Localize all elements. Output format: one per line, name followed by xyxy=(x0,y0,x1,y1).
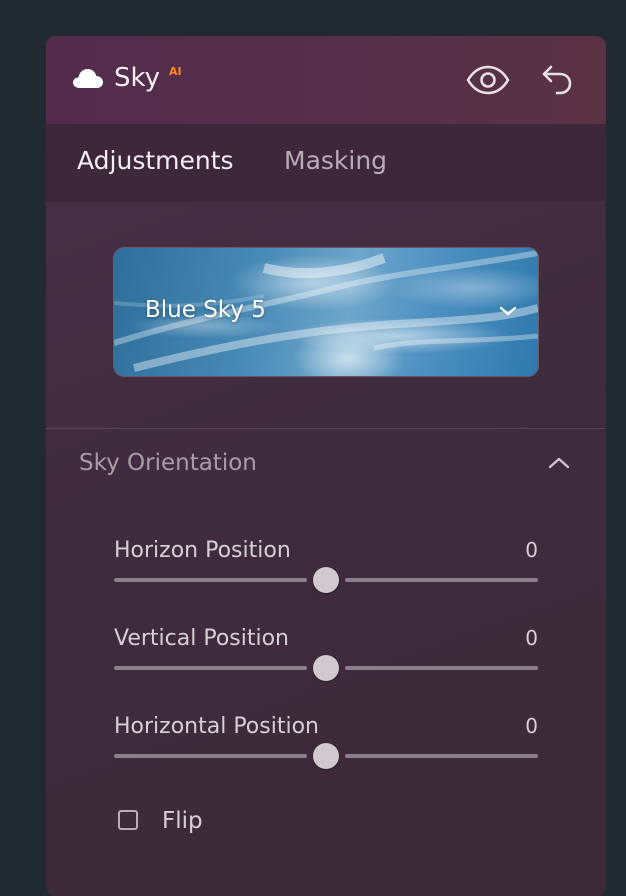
slider-track-right xyxy=(345,666,538,670)
slider-track[interactable] xyxy=(114,655,538,681)
tab-masking[interactable]: Masking xyxy=(284,144,387,178)
tab-bar: Adjustments Masking xyxy=(46,124,606,203)
sky-preset-dropdown[interactable]: Blue Sky 5 xyxy=(114,248,538,376)
tab-adjustments[interactable]: Adjustments xyxy=(77,144,234,178)
chevron-up-icon[interactable] xyxy=(548,456,570,470)
slider-track-right xyxy=(345,578,538,582)
slider-label: Horizontal Position xyxy=(114,714,319,739)
slider-track-left xyxy=(114,666,307,670)
ai-badge: AI xyxy=(169,65,182,78)
slider-value[interactable]: 0 xyxy=(525,712,538,740)
flip-checkbox[interactable] xyxy=(118,810,138,830)
slider-track[interactable] xyxy=(114,567,538,593)
slider-track-right xyxy=(345,754,538,758)
horizon-position-slider: Horizon Position 0 xyxy=(114,536,538,596)
sky-preset-label: Blue Sky 5 xyxy=(145,297,266,323)
panel-title: Sky xyxy=(114,63,161,93)
section-title-sky-orientation[interactable]: Sky Orientation xyxy=(79,448,257,478)
slider-thumb[interactable] xyxy=(313,743,339,769)
slider-value[interactable]: 0 xyxy=(525,624,538,652)
vertical-position-slider: Vertical Position 0 xyxy=(114,624,538,684)
slider-label: Horizon Position xyxy=(114,538,291,563)
slider-value[interactable]: 0 xyxy=(525,536,538,564)
panel-header: Sky AI xyxy=(46,36,606,124)
slider-label: Vertical Position xyxy=(114,626,290,651)
slider-track-left xyxy=(114,578,307,582)
sky-panel: Sky AI Adjustments Masking Blue Sky 5 Sk… xyxy=(46,36,606,896)
flip-label: Flip xyxy=(162,808,203,834)
eye-icon[interactable] xyxy=(466,65,510,95)
horizontal-position-slider: Horizontal Position 0 xyxy=(114,712,538,772)
section-divider xyxy=(46,428,606,429)
slider-track-left xyxy=(114,754,307,758)
slider-track[interactable] xyxy=(114,743,538,769)
slider-thumb[interactable] xyxy=(313,567,339,593)
undo-icon[interactable] xyxy=(541,63,573,95)
chevron-down-icon xyxy=(499,306,517,316)
slider-thumb[interactable] xyxy=(313,655,339,681)
cloud-icon xyxy=(73,69,103,88)
